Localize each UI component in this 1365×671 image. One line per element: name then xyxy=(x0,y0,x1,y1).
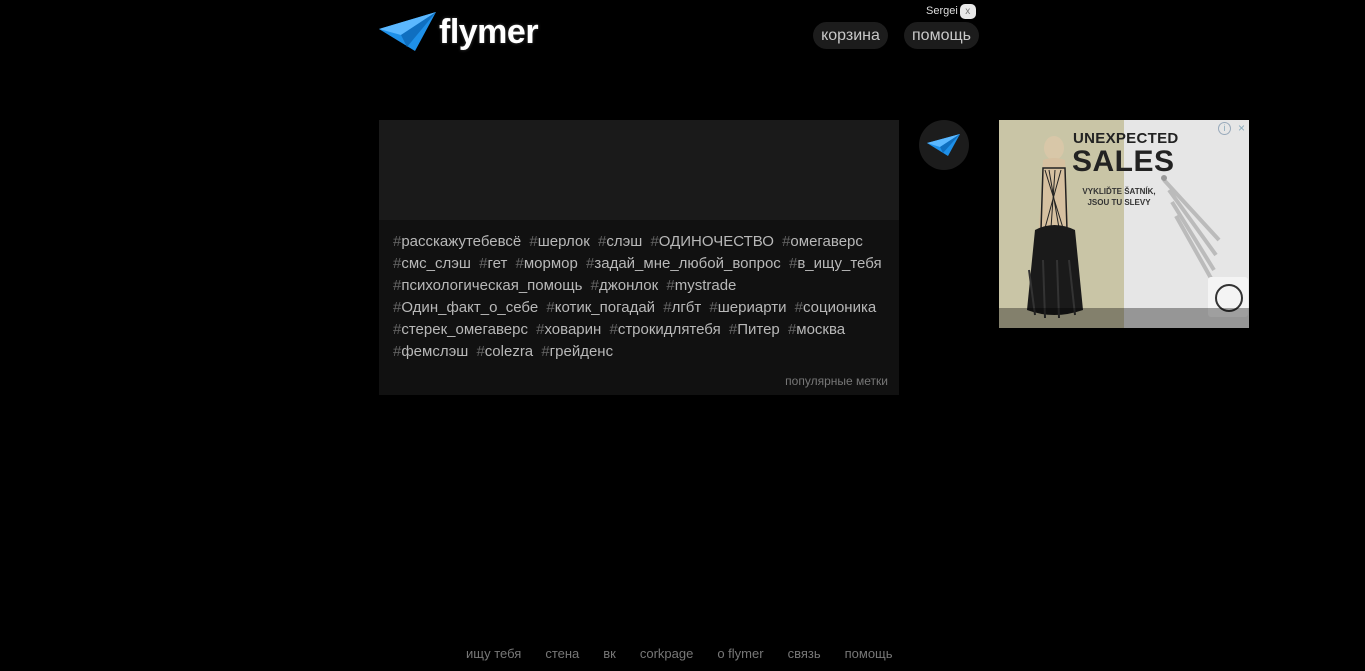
tag-label: соционика xyxy=(802,299,877,316)
tag-label: расскажутебевсё xyxy=(401,233,522,250)
tag-label: шерлок xyxy=(537,233,590,250)
panel-header-area xyxy=(379,120,899,220)
tag-link[interactable]: #котик_погадай xyxy=(546,299,655,316)
new-post-button[interactable] xyxy=(919,120,969,170)
tag-hash: # xyxy=(650,233,659,250)
tag-label: джонлок xyxy=(598,277,659,294)
logo[interactable]: flymer xyxy=(379,10,545,54)
tag-hash: # xyxy=(476,343,485,360)
tag-label: задай_мне_любой_вопрос xyxy=(594,255,781,272)
tag-link[interactable]: #москва xyxy=(788,321,845,338)
tag-label: ОДИНОЧЕСТВО xyxy=(658,233,774,250)
tag-link[interactable]: #ОДИНОЧЕСТВО xyxy=(650,233,773,250)
tag-label: москва xyxy=(796,321,846,338)
tag-hash: # xyxy=(590,277,599,294)
tag-link[interactable]: #психологическая_помощь xyxy=(393,277,582,294)
tag-hash: # xyxy=(663,299,672,316)
user-name[interactable]: Sergei xyxy=(926,5,958,17)
tag-link[interactable]: #Один_факт_о_себе xyxy=(393,299,538,316)
advertisement-banner[interactable]: UNEXPECTED SALES VYKLIĎTE ŠATNÍK, JSOU T… xyxy=(999,120,1249,328)
tag-label: психологическая_помощь xyxy=(401,277,583,294)
ad-subline: VYKLIĎTE ŠATNÍK, JSOU TU SLEVY xyxy=(1082,187,1156,207)
footer-link[interactable]: стена xyxy=(545,646,579,662)
tag-label: шериарти xyxy=(717,299,787,316)
tag-link[interactable]: #смс_слэш xyxy=(393,255,471,272)
tag-link[interactable]: #лгбт xyxy=(663,299,701,316)
footer-link[interactable]: вк xyxy=(603,646,616,662)
tag-label: слэш xyxy=(606,233,643,250)
logout-button[interactable]: x xyxy=(959,3,976,19)
tag-label: фемслэш xyxy=(401,343,469,360)
tag-link[interactable]: #фемслэш xyxy=(393,343,468,360)
tag-label: смс_слэш xyxy=(401,255,471,272)
tag-label: мормор xyxy=(523,255,578,272)
tag-hash: # xyxy=(709,299,718,316)
tag-label: colezra xyxy=(484,343,534,360)
tag-link[interactable]: #строкидлятебя xyxy=(609,321,720,338)
tag-hash: # xyxy=(546,299,555,316)
tag-link[interactable]: #в_ищу_тебя xyxy=(789,255,882,272)
tag-link[interactable]: #грейденс xyxy=(541,343,613,360)
page: flymer Sergei x корзина помощь #расскажу… xyxy=(0,0,1365,671)
tag-hash: # xyxy=(666,277,675,294)
tag-label: котик_погадай xyxy=(554,299,656,316)
footer-link[interactable]: связь xyxy=(788,646,821,662)
tag-link[interactable]: #ховарин xyxy=(536,321,601,338)
tag-label: омегаверс xyxy=(790,233,863,250)
footer-link[interactable]: corkpage xyxy=(640,646,693,662)
tag-link[interactable]: #слэш xyxy=(598,233,642,250)
tag-label: лгбт xyxy=(671,299,702,316)
tag-label: в_ищу_тебя xyxy=(797,255,882,272)
ad-close-icon[interactable]: × xyxy=(1235,121,1248,135)
paper-plane-icon xyxy=(927,134,960,156)
tag-hash: # xyxy=(609,321,618,338)
tag-link[interactable]: #Питер xyxy=(729,321,780,338)
tag-hash: # xyxy=(794,299,803,316)
paper-plane-icon xyxy=(379,12,436,51)
tag-label: Один_факт_о_себе xyxy=(401,299,539,316)
tag-label: строкидлятебя xyxy=(617,321,721,338)
tag-link[interactable]: #расскажутебевсё xyxy=(393,233,521,250)
tag-hash: # xyxy=(529,233,538,250)
tag-label: Питер xyxy=(737,321,780,338)
user-menu: Sergei x xyxy=(926,3,976,19)
tag-cloud: #расскажутебевсё #шерлок #слэш #ОДИНОЧЕС… xyxy=(393,231,893,363)
ad-headline-big: SALES xyxy=(1072,145,1175,178)
tag-link[interactable]: #джонлок xyxy=(591,277,659,294)
tag-link[interactable]: #омегаверс xyxy=(782,233,863,250)
tag-label: ховарин xyxy=(544,321,602,338)
tag-link[interactable]: #соционика xyxy=(795,299,877,316)
tag-link[interactable]: #шериарти xyxy=(709,299,786,316)
tag-link[interactable]: #мормор xyxy=(516,255,578,272)
tag-hash: # xyxy=(541,343,550,360)
tags-panel: #расскажутебевсё #шерлок #слэш #ОДИНОЧЕС… xyxy=(379,120,899,395)
tag-link[interactable]: #colezra xyxy=(476,343,533,360)
cart-button[interactable]: корзина xyxy=(813,22,888,49)
tag-link[interactable]: #гет xyxy=(479,255,507,272)
ad-overlay xyxy=(999,308,1249,328)
footer-link[interactable]: о flymer xyxy=(717,646,763,662)
tag-link[interactable]: #стерек_омегаверс xyxy=(393,321,528,338)
help-button[interactable]: помощь xyxy=(904,22,979,49)
footer-nav: ищу тебя стена вк corkpage о flymer связь помо… xyxy=(454,646,905,662)
tag-label: стерек_омегаверс xyxy=(401,321,528,338)
tag-hash: # xyxy=(728,321,738,338)
tag-label: mystrade xyxy=(674,277,737,294)
popular-tags-link[interactable]: популярные метки xyxy=(785,374,888,388)
ad-info-icon[interactable]: i xyxy=(1218,122,1231,135)
tag-link[interactable]: #шерлок xyxy=(529,233,589,250)
footer-link[interactable]: ищу тебя xyxy=(466,646,521,662)
tag-hash: # xyxy=(515,255,524,272)
tag-label: грейденс xyxy=(549,343,614,360)
tag-label: гет xyxy=(487,255,508,272)
tag-link[interactable]: #задай_мне_любой_вопрос xyxy=(586,255,781,272)
footer-link[interactable]: помощь xyxy=(845,646,893,662)
tag-link[interactable]: #mystrade xyxy=(666,277,736,294)
logo-text: flymer xyxy=(439,13,539,51)
